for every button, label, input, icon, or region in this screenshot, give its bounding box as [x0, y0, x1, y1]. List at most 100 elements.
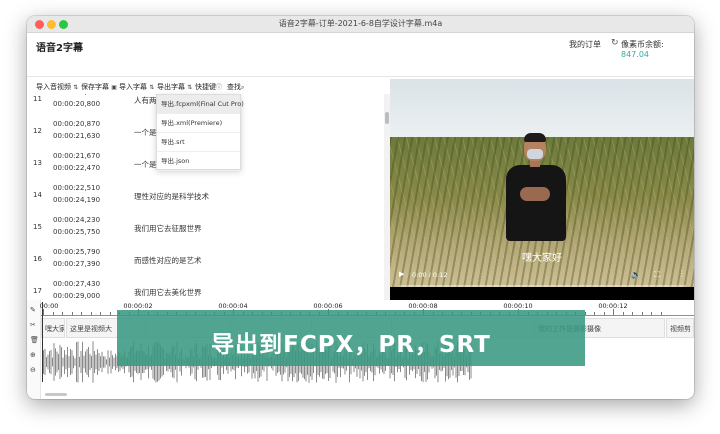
my-order-link[interactable]: 我的订单: [569, 39, 601, 50]
balance-display: 像素币余额: 847.04: [621, 39, 694, 59]
more-options-icon[interactable]: ⋮: [678, 269, 686, 278]
waveform-bar: [103, 356, 104, 368]
waveform-bar: [115, 353, 116, 371]
waveform-bar: [85, 351, 86, 373]
subtitle-text[interactable]: 我们用它去美化世界: [134, 287, 202, 298]
waveform-bar: [65, 354, 67, 370]
waveform-bar: [95, 354, 97, 370]
export-subtitles-button[interactable]: 导出字幕 ⇅: [157, 82, 192, 92]
zoom-out-icon[interactable]: ⊖: [30, 366, 36, 374]
video-player[interactable]: 嘿大家好 ▶ 0:00 / 0:12 🔈 ⛶ ⋮: [390, 79, 694, 300]
export-menu-item[interactable]: 导出.xml(Premiere): [157, 114, 240, 133]
waveform-bar: [101, 351, 103, 373]
shortcuts-button[interactable]: 快捷键ⓘ: [195, 82, 222, 92]
subtitle-text[interactable]: 理性对应的是科学技术: [134, 191, 209, 202]
video-progress-bar[interactable]: [399, 285, 686, 287]
fullscreen-icon[interactable]: ⛶: [654, 270, 660, 280]
save-icon: ▣: [111, 84, 117, 91]
subtitle-end-time: 00:00:20,800: [53, 100, 101, 108]
waveform-bar: [56, 351, 58, 373]
import-subtitles-button[interactable]: 导入字幕 ⇅: [119, 82, 154, 92]
help-icon: ⓘ: [216, 84, 223, 91]
timeline-playhead[interactable]: [42, 302, 43, 382]
waveform-bar: [73, 355, 74, 369]
presenter-mask: [527, 149, 543, 159]
search-button[interactable]: 查找⌕: [227, 82, 244, 92]
waveform-bar: [62, 357, 64, 367]
import-icon: ⇅: [73, 84, 79, 91]
subtitle-end-time: 00:00:22,470: [53, 164, 101, 172]
import-audio-video-label: 导入音视频: [36, 83, 71, 91]
export-icon: ⇅: [187, 84, 193, 91]
delete-icon[interactable]: 🗑: [30, 336, 39, 344]
waveform-bar: [104, 356, 106, 368]
import-subtitles-label: 导入字幕: [119, 83, 147, 91]
save-subtitles-button[interactable]: 保存字幕 ▣: [81, 82, 117, 92]
waveform-bar: [53, 343, 55, 381]
waveform-bar: [47, 354, 49, 370]
waveform-bar: [86, 349, 88, 375]
cut-icon[interactable]: ✂: [30, 321, 36, 329]
subtitle-end-time: 00:00:24,190: [53, 196, 101, 204]
waveform-bar: [83, 355, 85, 369]
track-segment[interactable]: 嘿大家: [41, 318, 65, 338]
subtitle-text[interactable]: 而感性对应的是艺术: [134, 255, 202, 266]
waveform-bar: [89, 353, 91, 371]
refresh-icon[interactable]: ↻: [611, 38, 619, 48]
waveform-bar: [67, 346, 68, 378]
subtitle-end-time: 00:00:27,390: [53, 260, 101, 268]
export-subtitles-label: 导出字幕: [157, 83, 185, 91]
track-segment[interactable]: 视频剪: [666, 318, 694, 338]
timeline-scrollbar[interactable]: [45, 393, 67, 396]
export-menu-item[interactable]: 导出.fcpxml(Final Cut Pro): [157, 95, 244, 114]
waveform-bar: [71, 350, 73, 374]
waveform-bar: [49, 351, 50, 373]
subtitle-text[interactable]: 一个是: [134, 159, 157, 170]
video-subtitle: 嘿大家好: [522, 253, 562, 264]
video-controls: ▶ 0:00 / 0:12 🔈 ⛶ ⋮: [390, 264, 694, 300]
desktop-stage: 语音2字幕-订单-2021-6-8自学设计字幕.m4a 语音2字幕 我的订单 ↻…: [0, 0, 720, 434]
subtitle-row[interactable]: 17 00:00:27,430 00:00:29,000 我们用它去美化世界: [27, 276, 390, 300]
subtitle-index: 14: [33, 191, 42, 199]
video-time: 0:00 / 0:12: [412, 271, 448, 279]
waveform-bar: [68, 356, 70, 368]
subtitle-start-time: 00:00:25,790: [53, 248, 101, 256]
waveform-bar: [92, 341, 94, 383]
subtitle-index: 16: [33, 255, 42, 263]
list-scrollbar-thumb[interactable]: [385, 112, 389, 124]
waveform-bar: [52, 357, 53, 367]
import-subtitles-icon: ⇅: [149, 84, 155, 91]
subtitle-start-time: 00:00:21,670: [53, 152, 101, 160]
subtitle-row[interactable]: 16 00:00:25,790 00:00:27,390 而感性对应的是艺术: [27, 244, 390, 276]
timeline-tools: ✎ ✂ 🗑 ⊕ ⊖: [27, 300, 41, 399]
zoom-in-icon[interactable]: ⊕: [30, 351, 36, 359]
search-label: 查找: [227, 83, 241, 91]
subtitle-row[interactable]: 15 00:00:24,230 00:00:25,750 我们用它去征服世界: [27, 212, 390, 244]
subtitle-end-time: 00:00:29,000: [53, 292, 101, 300]
waveform-bar: [112, 355, 113, 369]
volume-icon[interactable]: 🔈: [631, 270, 641, 279]
subtitle-index: 17: [33, 287, 42, 295]
waveform-bar: [64, 350, 65, 374]
waveform-bar: [43, 350, 44, 374]
waveform-bar: [94, 350, 95, 374]
presenter-hair: [524, 133, 546, 142]
export-dropdown: 导出.fcpxml(Final Cut Pro) 导出.xml(Premiere)…: [156, 94, 244, 171]
waveform-bar: [59, 344, 61, 380]
waveform-bar: [91, 355, 92, 369]
export-menu-item[interactable]: 导出.srt: [157, 133, 240, 152]
play-icon[interactable]: ▶: [399, 270, 404, 278]
waveform-bar: [77, 341, 79, 383]
waveform-bar: [58, 353, 59, 371]
subtitle-text[interactable]: 一个是: [134, 127, 157, 138]
shortcuts-label: 快捷键: [195, 83, 216, 91]
import-audio-video-button[interactable]: 导入音视频 ⇅: [36, 82, 78, 92]
subtitle-text[interactable]: 我们用它去征服世界: [134, 223, 202, 234]
waveform-bar: [50, 349, 52, 375]
subtitle-row[interactable]: 14 00:00:22,510 00:00:24,190 理性对应的是科学技术: [27, 180, 390, 212]
export-menu-item[interactable]: 导出.json: [157, 152, 240, 171]
presenter-body: [506, 165, 566, 241]
save-subtitles-label: 保存字幕: [81, 83, 109, 91]
subtitle-end-time: 00:00:25,750: [53, 228, 101, 236]
edit-icon[interactable]: ✎: [30, 306, 36, 314]
